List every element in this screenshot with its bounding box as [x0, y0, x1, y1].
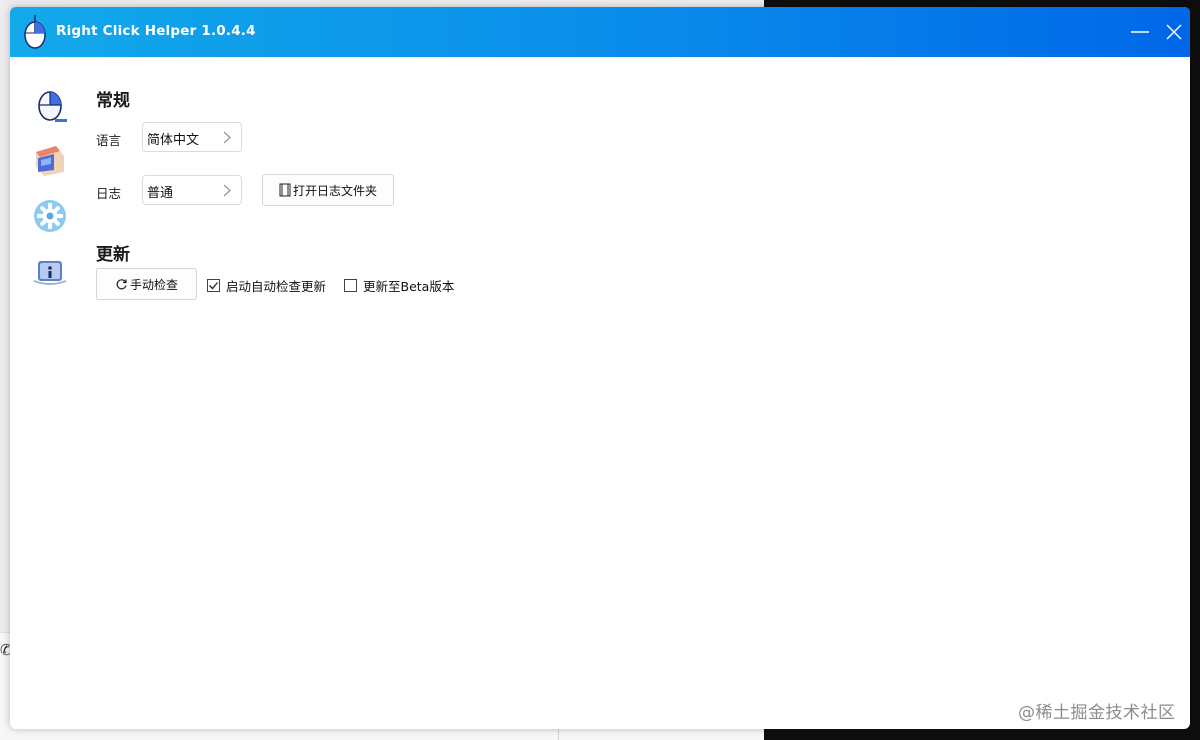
- open-log-folder-button[interactable]: 打开日志文件夹: [262, 174, 394, 206]
- gear-icon: [34, 200, 66, 232]
- auto-check-checkbox[interactable]: 启动自动检查更新: [207, 276, 326, 295]
- manual-check-label: 手动检查: [129, 277, 178, 292]
- language-select[interactable]: 简体中文: [142, 122, 242, 152]
- mouse-icon: [38, 91, 67, 122]
- info-icon: [33, 261, 67, 285]
- beta-update-label: 更新至Beta版本: [363, 279, 455, 294]
- manual-check-button[interactable]: 手动检查: [96, 268, 197, 300]
- chevron-right-icon: [223, 184, 231, 197]
- auto-check-label: 启动自动检查更新: [226, 279, 327, 294]
- checkmark-icon: [209, 282, 218, 290]
- refresh-icon: [116, 278, 127, 289]
- chevron-right-icon: [223, 131, 231, 144]
- nav-item-store[interactable]: [32, 141, 68, 179]
- app-mouse-icon: [24, 15, 46, 49]
- beta-update-box[interactable]: [344, 279, 357, 292]
- language-value: 简体中文: [147, 133, 200, 148]
- log-label: 日志: [96, 186, 122, 201]
- language-label: 语言: [96, 133, 122, 148]
- section-title-general: 常规: [96, 91, 130, 111]
- section-title-update: 更新: [96, 245, 130, 265]
- minimize-icon[interactable]: [1127, 19, 1153, 45]
- app-window: Right Click Helper 1.0.4.4 常规 语言 简体中文 日志…: [10, 7, 1190, 729]
- close-icon[interactable]: [1161, 19, 1187, 45]
- auto-check-box[interactable]: [207, 279, 220, 292]
- store-icon: [36, 146, 64, 176]
- watermark: @稀土掘金技术社区: [1018, 703, 1176, 723]
- beta-update-checkbox[interactable]: 更新至Beta版本: [344, 276, 454, 295]
- log-level-value: 普通: [147, 186, 174, 201]
- title-bar[interactable]: Right Click Helper 1.0.4.4: [10, 7, 1190, 57]
- folder-icon: [279, 183, 291, 197]
- nav-item-settings[interactable]: [32, 197, 68, 235]
- nav-item-about[interactable]: [32, 253, 68, 291]
- nav-item-general[interactable]: [32, 85, 68, 123]
- open-log-folder-label: 打开日志文件夹: [292, 183, 377, 198]
- window-title: Right Click Helper 1.0.4.4: [56, 23, 256, 39]
- log-level-select[interactable]: 普通: [142, 175, 242, 205]
